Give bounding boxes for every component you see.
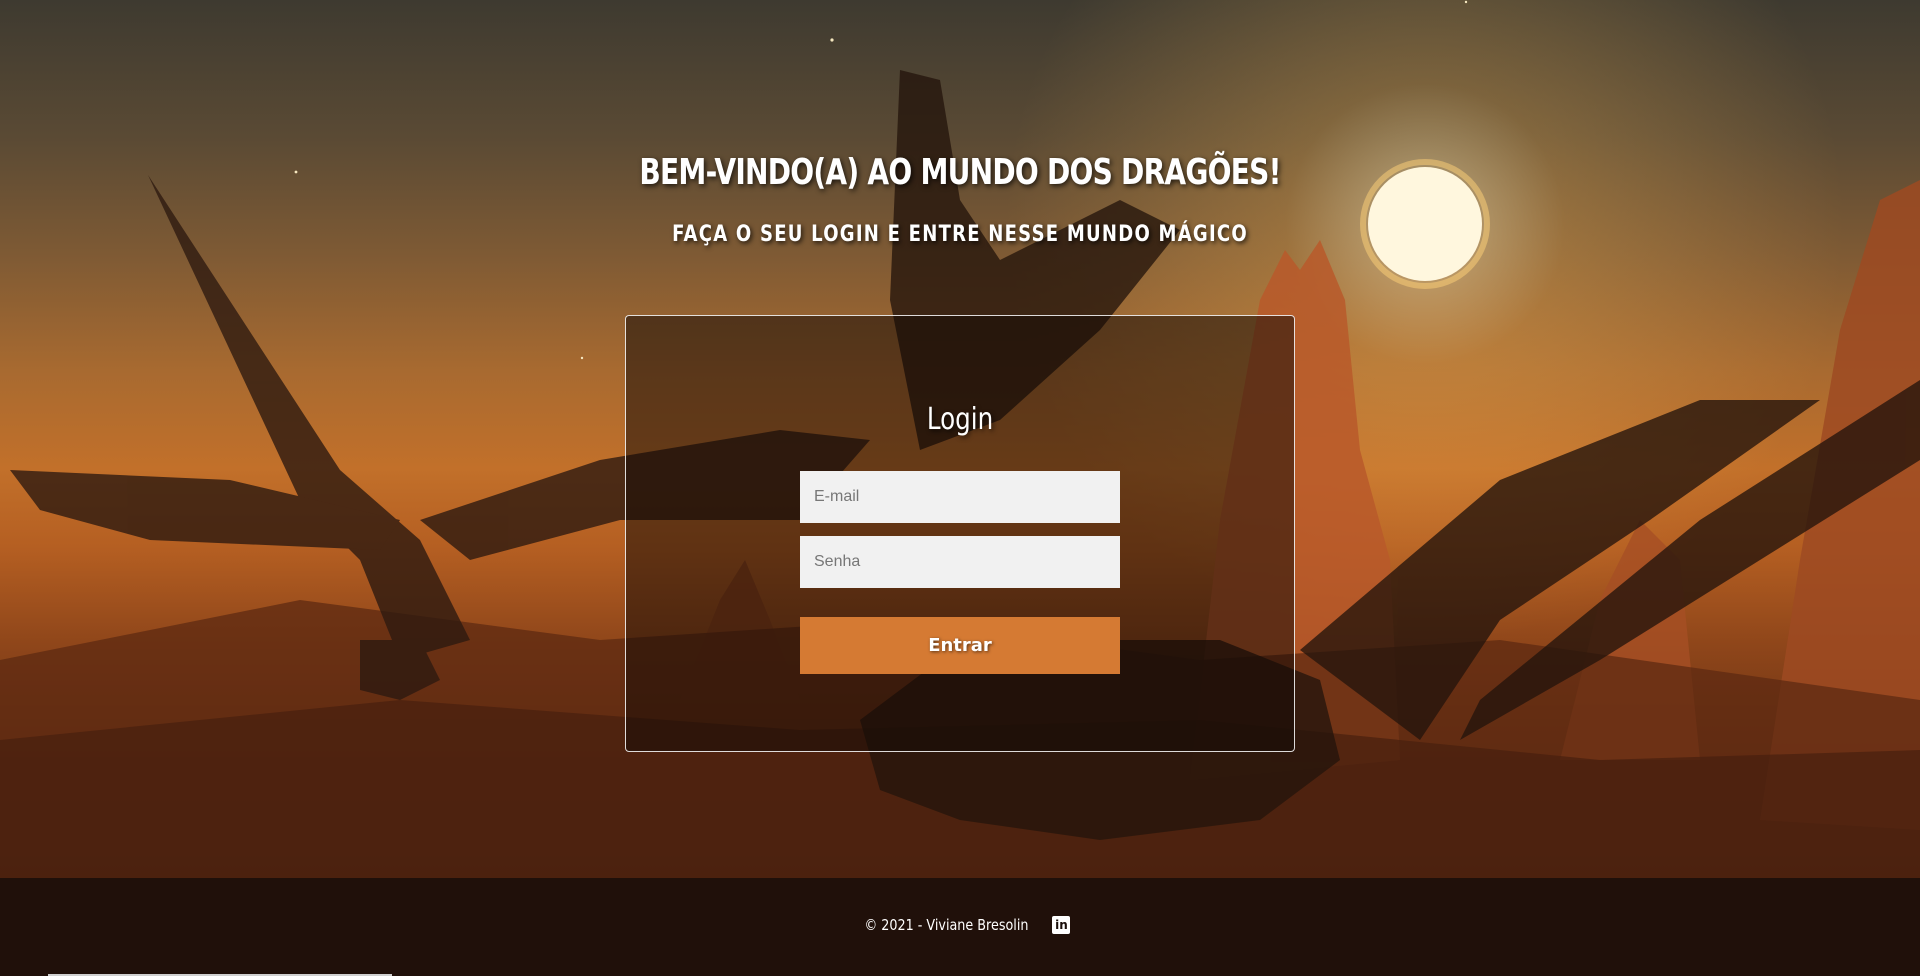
login-submit-button[interactable]: Entrar [800,617,1120,674]
login-form: Login Entrar [625,315,1295,752]
footer: © 2021 - Viviane Bresolin in [0,878,1920,976]
page-title: BEM-VINDO(A) AO MUNDO DOS DRAGÕES! [639,152,1281,194]
footer-content: © 2021 - Viviane Bresolin in [0,916,1920,934]
linkedin-icon[interactable]: in [1052,916,1071,934]
page: BEM-VINDO(A) AO MUNDO DOS DRAGÕES! FAÇA … [0,0,1920,976]
login-title: Login [926,402,994,437]
email-input[interactable] [800,471,1120,523]
page-subtitle: FAÇA O SEU LOGIN E ENTRE NESSE MUNDO MÁG… [672,222,1248,248]
copyright-text: © 2021 - Viviane Bresolin [864,916,1028,934]
password-input[interactable] [800,536,1120,588]
